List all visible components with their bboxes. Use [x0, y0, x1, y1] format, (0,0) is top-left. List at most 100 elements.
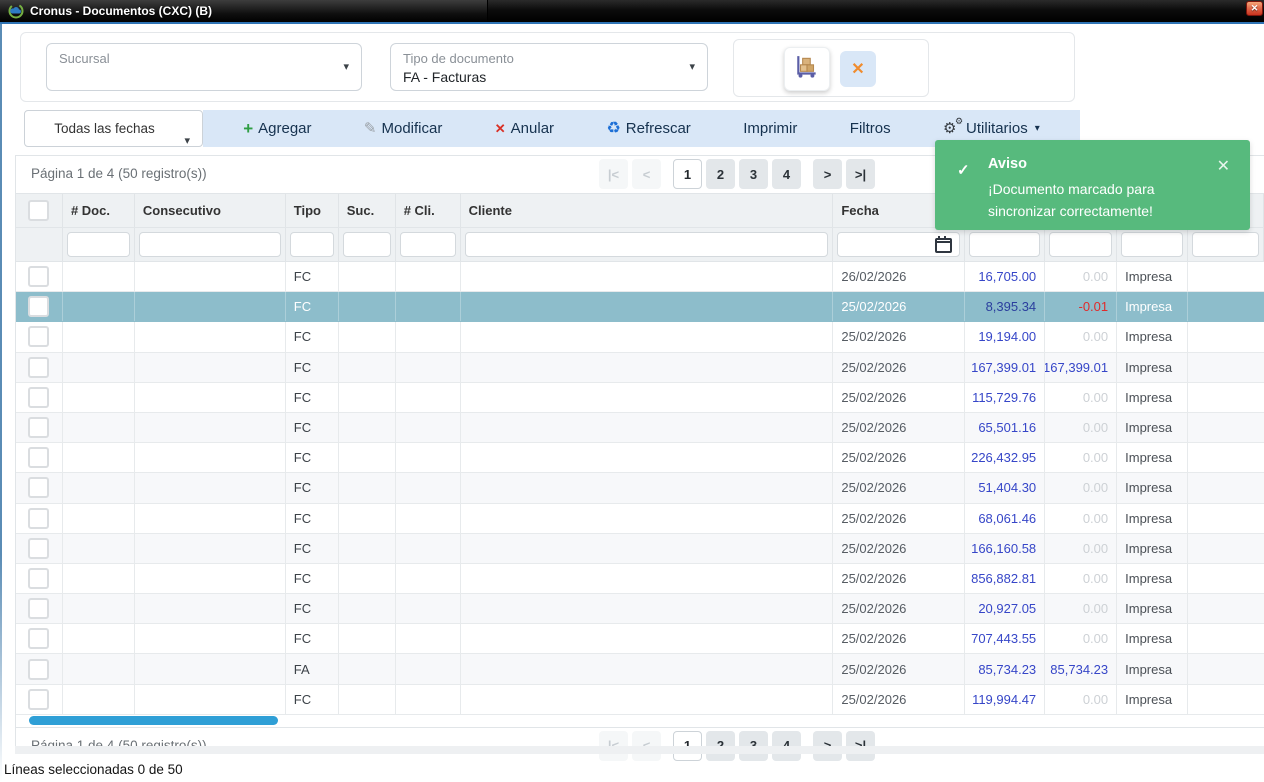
filter-saldo-input[interactable]: [1049, 232, 1112, 257]
row-checkbox[interactable]: [28, 538, 49, 559]
clear-selection-button[interactable]: ✕: [840, 51, 876, 87]
pagination-next-button[interactable]: >: [813, 159, 842, 189]
filter-consecutivo-input[interactable]: [139, 232, 281, 257]
cell-saldo: 0.00: [1045, 413, 1117, 442]
hand-truck-button[interactable]: [784, 47, 830, 91]
cell-estado: Impresa: [1117, 443, 1188, 472]
cell-fecha: 25/02/2026: [833, 353, 965, 382]
filter-tipo-input[interactable]: [290, 232, 334, 257]
cell-extra: [1188, 292, 1264, 321]
pagination-first-button[interactable]: |<: [599, 159, 628, 189]
table-row[interactable]: FC25/02/2026707,443.550.00Impresa: [16, 624, 1264, 654]
cell-tipo: FC: [286, 504, 339, 533]
hand-truck-icon: [794, 54, 820, 85]
row-checkbox[interactable]: [28, 598, 49, 619]
pagination-page-1[interactable]: 1: [673, 159, 702, 189]
filter-suc-input[interactable]: [343, 232, 391, 257]
row-checkbox[interactable]: [28, 387, 49, 408]
pagination-page-2[interactable]: 2: [706, 159, 735, 189]
anular-button[interactable]: ✕ Anular: [495, 120, 554, 137]
agregar-label: Agregar: [258, 120, 311, 137]
cell-cli: [396, 443, 461, 472]
imprimir-button[interactable]: Imprimir: [743, 120, 797, 137]
utilitarios-dropdown[interactable]: ⚙⚙ Utilitarios ▾: [943, 120, 1040, 137]
cell-consecutivo: [135, 262, 286, 291]
table-row[interactable]: FC25/02/2026226,432.950.00Impresa: [16, 443, 1264, 473]
table-row[interactable]: FA25/02/202685,734.2385,734.23Impresa: [16, 654, 1264, 684]
row-checkbox-cell: [16, 624, 63, 653]
filter-cli-input[interactable]: [400, 232, 456, 257]
refrescar-button[interactable]: ♻ Refrescar: [606, 120, 690, 137]
filter-doc-input[interactable]: [67, 232, 130, 257]
row-checkbox[interactable]: [28, 508, 49, 529]
row-checkbox[interactable]: [28, 357, 49, 378]
table-row[interactable]: FC25/02/2026167,399.01167,399.01Impresa: [16, 353, 1264, 383]
cell-fecha: 25/02/2026: [833, 594, 965, 623]
row-checkbox[interactable]: [28, 477, 49, 498]
row-checkbox[interactable]: [28, 266, 49, 287]
cell-doc: [63, 504, 135, 533]
table-row[interactable]: FC25/02/2026115,729.760.00Impresa: [16, 383, 1264, 413]
table-row[interactable]: FC25/02/202620,927.050.00Impresa: [16, 594, 1264, 624]
sucursal-select[interactable]: Sucursal ▾: [46, 43, 362, 91]
cell-fecha: 25/02/2026: [833, 624, 965, 653]
row-checkbox[interactable]: [28, 628, 49, 649]
page-summary: Página 1 de 4 (50 registro(s)): [31, 166, 207, 181]
cell-saldo: 0.00: [1045, 443, 1117, 472]
header-consecutivo[interactable]: Consecutivo: [135, 194, 286, 227]
toast-close-icon[interactable]: ✕: [1217, 156, 1230, 176]
table-row[interactable]: FC25/02/20268,395.34-0.01Impresa: [16, 292, 1264, 322]
table-row[interactable]: FC25/02/2026856,882.810.00Impresa: [16, 564, 1264, 594]
table-row[interactable]: FC25/02/202651,404.300.00Impresa: [16, 473, 1264, 503]
table-row[interactable]: FC25/02/202668,061.460.00Impresa: [16, 504, 1264, 534]
horizontal-scrollbar-thumb[interactable]: [29, 716, 278, 725]
header-doc[interactable]: # Doc.: [63, 194, 135, 227]
cell-estado: Impresa: [1117, 654, 1188, 683]
cell-doc: [63, 262, 135, 291]
header-cli[interactable]: # Cli.: [396, 194, 461, 227]
pagination-page-4[interactable]: 4: [772, 159, 801, 189]
row-checkbox[interactable]: [28, 659, 49, 680]
filtros-button[interactable]: Filtros: [850, 120, 891, 137]
row-checkbox-cell: [16, 443, 63, 472]
filter-monto-input[interactable]: [969, 232, 1040, 257]
filtros-label: Filtros: [850, 120, 891, 137]
table-row[interactable]: FC25/02/202665,501.160.00Impresa: [16, 413, 1264, 443]
table-row[interactable]: FC25/02/2026166,160.580.00Impresa: [16, 534, 1264, 564]
row-checkbox[interactable]: [28, 296, 49, 317]
window-close-button[interactable]: ✕: [1246, 1, 1263, 16]
cell-cli: [396, 322, 461, 351]
select-all-checkbox[interactable]: [28, 200, 49, 221]
table-row[interactable]: FC26/02/202616,705.000.00Impresa: [16, 262, 1264, 292]
pagination-page-3[interactable]: 3: [739, 159, 768, 189]
modificar-label: Modificar: [382, 120, 443, 137]
cell-tipo: FC: [286, 443, 339, 472]
row-checkbox[interactable]: [28, 326, 49, 347]
row-checkbox[interactable]: [28, 417, 49, 438]
modificar-button[interactable]: ✎ Modificar: [364, 120, 442, 137]
filter-cliente-input[interactable]: [465, 232, 829, 257]
tipo-documento-select[interactable]: Tipo de documento FA - Facturas ▾: [390, 43, 708, 91]
filter-estado-input[interactable]: [1121, 232, 1183, 257]
row-checkbox[interactable]: [28, 568, 49, 589]
row-checkbox[interactable]: [28, 447, 49, 468]
date-filter-dropdown[interactable]: Todas las fechas ▾: [24, 110, 203, 147]
table-body: FC26/02/202616,705.000.00ImpresaFC25/02/…: [16, 262, 1264, 715]
header-suc[interactable]: Suc.: [339, 194, 396, 227]
calendar-icon[interactable]: [935, 238, 952, 253]
pagination-last-button[interactable]: >|: [846, 159, 875, 189]
window-left-edge: [0, 24, 2, 782]
agregar-button[interactable]: + Agregar: [243, 120, 311, 137]
header-tipo[interactable]: Tipo: [286, 194, 339, 227]
cell-fecha: 25/02/2026: [833, 413, 965, 442]
table-row[interactable]: FC25/02/2026119,994.470.00Impresa: [16, 685, 1264, 715]
app-cloud-icon: [8, 3, 24, 19]
cell-consecutivo: [135, 685, 286, 714]
header-cliente[interactable]: Cliente: [461, 194, 834, 227]
row-checkbox[interactable]: [28, 689, 49, 710]
pagination-prev-button[interactable]: <: [632, 159, 661, 189]
cell-cliente: [461, 443, 834, 472]
table-row[interactable]: FC25/02/202619,194.000.00Impresa: [16, 322, 1264, 352]
cell-saldo: 0.00: [1045, 504, 1117, 533]
filter-extra-input[interactable]: [1192, 232, 1259, 257]
